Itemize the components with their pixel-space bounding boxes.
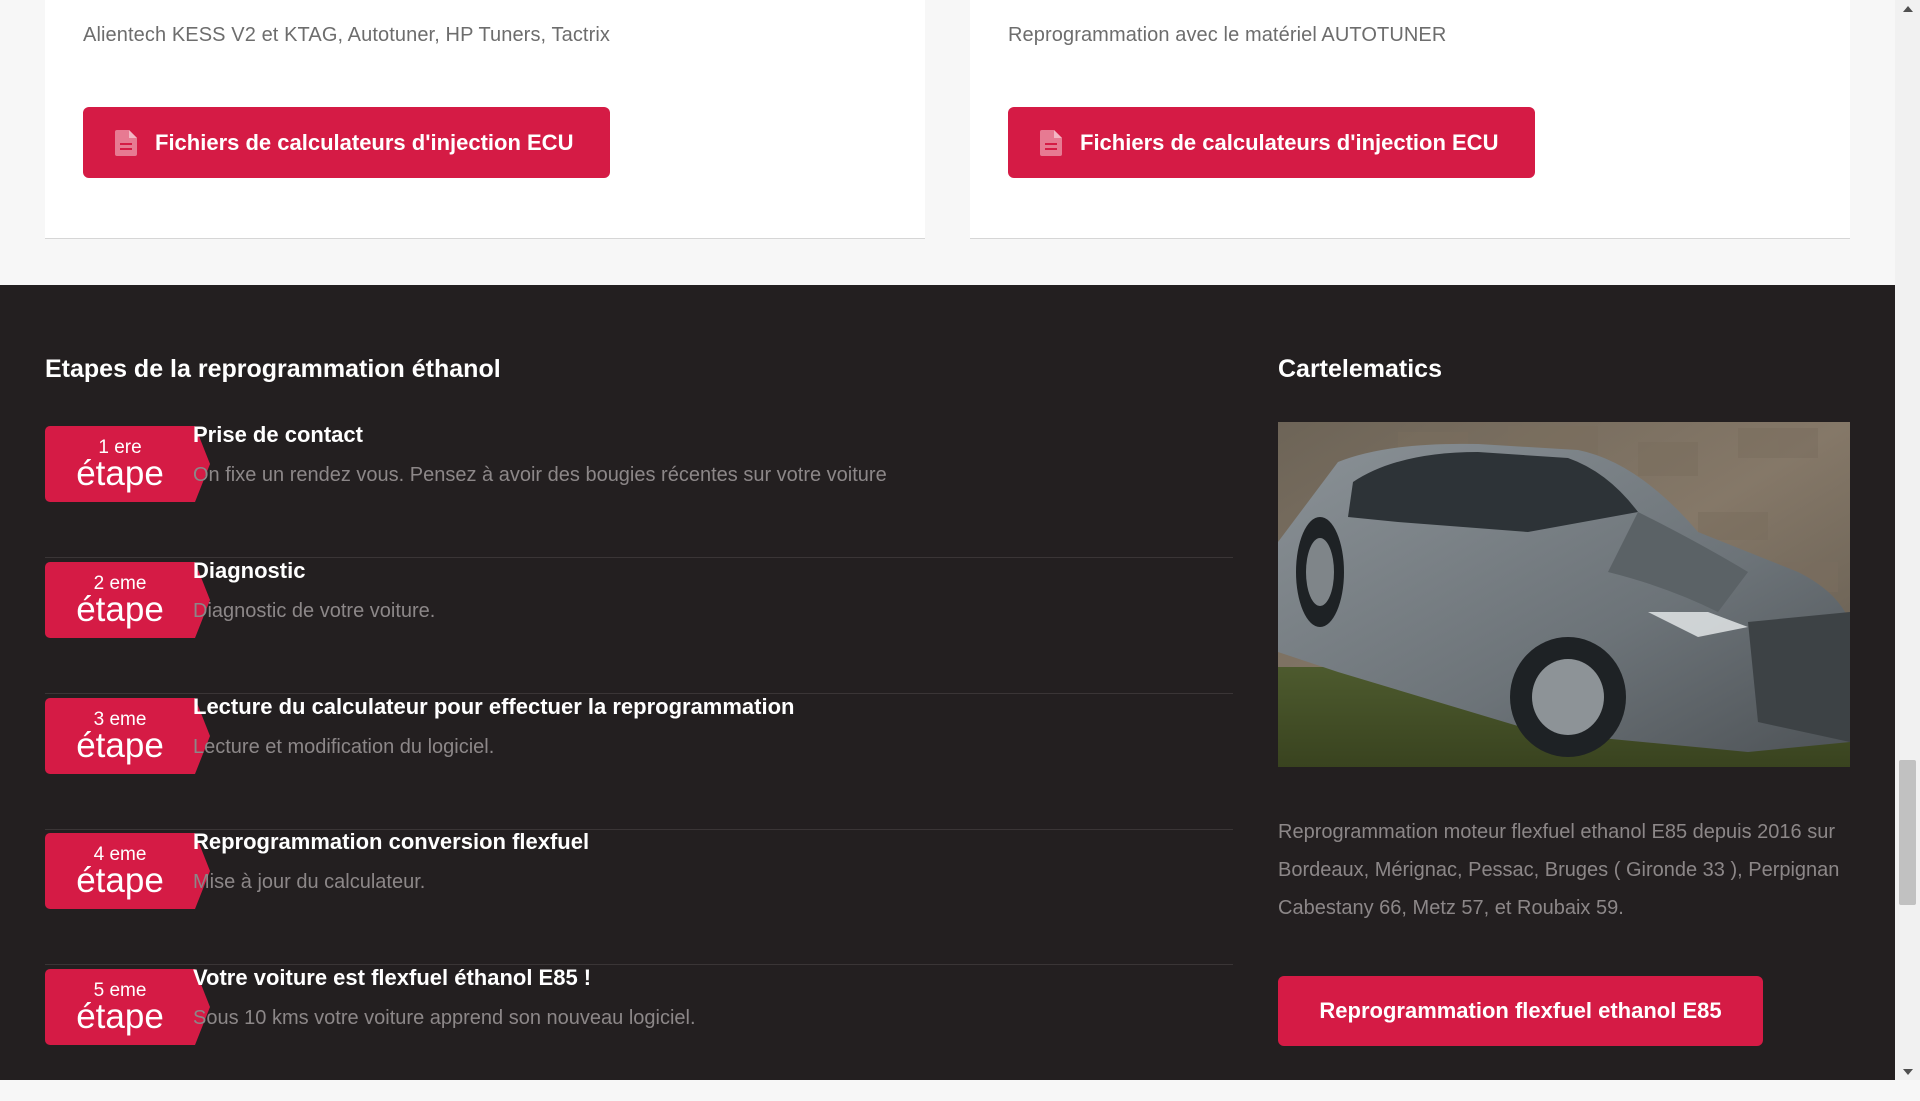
step-description: Sous 10 kms votre voiture apprend son no…	[193, 1007, 696, 1029]
ecu-files-button[interactable]: Fichiers de calculateurs d'injection ECU	[1008, 107, 1535, 178]
step-title: Prise de contact	[193, 422, 363, 447]
card-alientech: Alientech KESS V2 et KTAG, Autotuner, HP…	[45, 0, 925, 239]
ecu-files-button-label: Fichiers de calculateurs d'injection ECU	[1080, 129, 1499, 155]
step-item: 4 eme étape Reprogrammation conversion f…	[45, 829, 1233, 965]
step-description: Diagnostic de votre voiture.	[193, 600, 436, 622]
step-number: 5 eme	[93, 980, 147, 1001]
step-number: 3 eme	[93, 709, 147, 730]
step-word: étape	[76, 726, 164, 765]
step-title: Reprogrammation conversion flexfuel	[193, 829, 590, 854]
step-number: 2 eme	[93, 573, 147, 594]
step-word: étape	[76, 997, 164, 1036]
card-description: Alientech KESS V2 et KTAG, Autotuner, HP…	[83, 24, 610, 46]
step-title: Diagnostic	[193, 558, 306, 583]
steps-heading: Etapes de la reprogrammation éthanol	[45, 355, 501, 383]
scroll-up-arrow-icon[interactable]	[1895, 0, 1920, 17]
reprogrammation-flexfuel-button[interactable]: Reprogrammation flexfuel ethanol E85	[1278, 976, 1763, 1046]
step-word: étape	[76, 861, 164, 900]
ecu-files-button-label: Fichiers de calculateurs d'injection ECU	[155, 129, 574, 155]
step-description: Lecture et modification du logiciel.	[193, 736, 495, 758]
step-item: 5 eme étape Votre voiture est flexfuel é…	[45, 965, 1233, 1101]
download-cards-section: Alientech KESS V2 et KTAG, Autotuner, HP…	[0, 0, 1895, 285]
step-description: Mise à jour du calculateur.	[193, 871, 426, 893]
step-badge: 1 ere étape	[45, 426, 210, 502]
card-description: Reprogrammation avec le matériel AUTOTUN…	[1008, 24, 1447, 46]
step-badge: 3 eme étape	[45, 698, 210, 774]
step-item: 3 eme étape Lecture du calculateur pour …	[45, 694, 1233, 830]
step-title: Lecture du calculateur pour effectuer la…	[193, 694, 795, 719]
step-description: On fixe un rendez vous. Pensez à avoir d…	[193, 464, 887, 486]
card-autotuner: Reprogrammation avec le matériel AUTOTUN…	[970, 0, 1850, 239]
cartelematics-description: Reprogrammation moteur flexfuel ethanol …	[1278, 821, 1840, 919]
steps-and-info-section: Etapes de la reprogrammation éthanol 1 e…	[0, 285, 1895, 1080]
step-item: 2 eme étape Diagnostic Diagnostic de vot…	[45, 558, 1233, 694]
step-word: étape	[76, 454, 164, 493]
ecu-files-button[interactable]: Fichiers de calculateurs d'injection ECU	[83, 107, 610, 178]
step-item: 1 ere étape Prise de contact On fixe un …	[45, 422, 1233, 558]
scrollbar-thumb[interactable]	[1899, 760, 1916, 905]
scroll-down-arrow-icon[interactable]	[1895, 1063, 1920, 1080]
step-badge: 5 eme étape	[45, 969, 210, 1045]
cartelematics-heading: Cartelematics	[1278, 355, 1442, 383]
page: Alientech KESS V2 et KTAG, Autotuner, HP…	[0, 0, 1895, 1080]
step-word: étape	[76, 590, 164, 629]
step-badge: 4 eme étape	[45, 833, 210, 909]
step-number: 4 eme	[93, 844, 147, 865]
file-document-icon	[1040, 129, 1062, 156]
step-title: Votre voiture est flexfuel éthanol E85 !	[193, 965, 592, 990]
step-badge: 2 eme étape	[45, 562, 210, 638]
vertical-scrollbar[interactable]	[1895, 0, 1920, 1080]
file-document-icon	[115, 129, 137, 156]
step-number: 1 ere	[98, 437, 142, 458]
car-photo	[1278, 422, 1850, 767]
